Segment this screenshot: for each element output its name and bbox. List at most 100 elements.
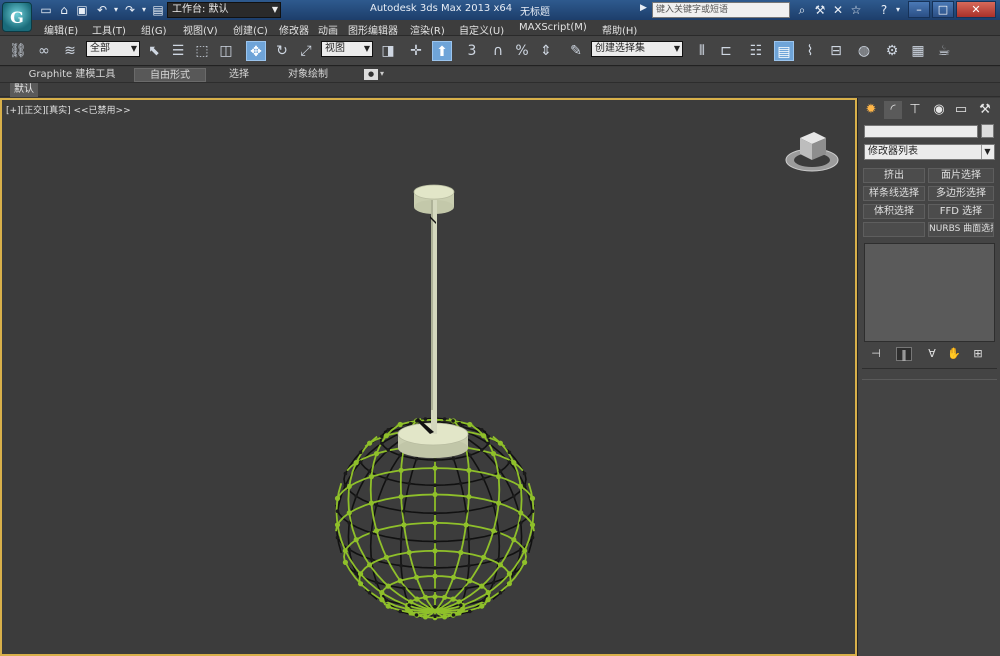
workspace-selector[interactable]: 工作台: 默认 ▼ — [167, 2, 281, 18]
new-file-icon[interactable]: ▭ — [38, 2, 54, 18]
make-unique-icon[interactable]: ∀ — [924, 347, 940, 361]
modifier-list-select[interactable]: 修改器列表 ▼ — [864, 144, 995, 160]
selection-filter-select[interactable]: 全部 ▼ — [86, 41, 140, 57]
search-expand-icon[interactable]: ▶ — [640, 3, 647, 13]
window-crossing-icon[interactable]: ◫ — [216, 41, 236, 61]
extrude-button[interactable]: 挤出 — [863, 168, 925, 183]
menu-group[interactable]: 组(G) — [141, 22, 167, 37]
material-editor-icon[interactable]: ◍ — [854, 41, 874, 61]
graphite-toggle-icon[interactable]: ▤ — [774, 41, 794, 61]
perspective-viewport[interactable]: [+][正交][真实] <<已禁用>> — [0, 98, 857, 656]
snaps-toggle-icon[interactable]: 3 — [462, 41, 482, 61]
communication-icon[interactable]: ✕ — [830, 2, 846, 18]
curve-editor-icon[interactable]: ⌇ — [800, 41, 820, 61]
pivot-center-icon[interactable]: ◨ — [378, 41, 398, 61]
rectangle-selection-icon[interactable]: ⬚ — [192, 41, 212, 61]
rotate-icon[interactable]: ↻ — [272, 41, 292, 61]
display-tab-icon[interactable]: ▭ — [952, 101, 970, 119]
select-by-name-icon[interactable]: ☰ — [168, 41, 188, 61]
spline-select-button[interactable]: 样条线选择 — [863, 186, 925, 201]
project-folder-icon[interactable]: ▤ — [150, 2, 166, 18]
mesh-node — [467, 537, 471, 542]
menu-help[interactable]: 帮助(H) — [602, 22, 637, 37]
link-icon[interactable]: ⛓ — [8, 41, 28, 61]
modify-tab-icon[interactable]: ◜ — [884, 101, 902, 119]
scale-icon[interactable]: ⤢ — [296, 41, 316, 61]
pendant-rod[interactable] — [430, 200, 437, 426]
ribbon-subtab-default[interactable]: 默认 — [10, 83, 38, 97]
create-tab-icon[interactable]: ✹ — [862, 101, 880, 119]
bind-space-warp-icon[interactable]: ≋ — [60, 41, 80, 61]
render-production-icon[interactable]: ☕ — [934, 41, 954, 61]
schematic-view-icon[interactable]: ⊟ — [826, 41, 846, 61]
app-logo-button[interactable]: G — [2, 2, 32, 32]
angle-snap-icon[interactable]: ∩ — [488, 41, 508, 61]
menu-animation[interactable]: 动画 — [318, 22, 338, 37]
mesh-node — [367, 562, 373, 568]
mirror-icon[interactable]: ⫴ — [692, 41, 712, 61]
mesh-node — [433, 566, 437, 570]
save-icon[interactable]: ▣ — [74, 2, 90, 18]
menu-maxscript[interactable]: MAXScript(M) — [519, 22, 587, 33]
lamp-mount-cap[interactable] — [397, 410, 469, 458]
hierarchy-tab-icon[interactable]: ⊤ — [906, 101, 924, 119]
tab-graphite[interactable]: Graphite 建模工具 — [22, 68, 122, 82]
panel-divider — [862, 379, 997, 380]
move-icon[interactable]: ✥ — [246, 41, 266, 61]
tab-selection[interactable]: 选择 — [214, 68, 264, 82]
menu-edit[interactable]: 编辑(E) — [44, 22, 78, 37]
percent-snap-icon[interactable]: % — [512, 41, 532, 61]
menu-create[interactable]: 创建(C) — [233, 22, 268, 37]
menu-rendering[interactable]: 渲染(R) — [410, 22, 445, 37]
help-dropdown-icon[interactable]: ▾ — [890, 2, 906, 18]
modifier-stack-list[interactable] — [864, 243, 995, 342]
utilities-tab-icon[interactable]: ⚒ — [976, 101, 994, 119]
binoculars-icon[interactable]: ⌕ — [794, 2, 810, 18]
tab-object-paint[interactable]: 对象绘制 — [276, 68, 340, 82]
tab-freeform[interactable]: 自由形式 — [134, 68, 206, 82]
mesh-node — [402, 509, 406, 513]
vol-select-button[interactable]: 体积选择 — [863, 204, 925, 219]
object-color-swatch[interactable] — [981, 124, 994, 138]
menu-tools[interactable]: 工具(T) — [92, 22, 126, 37]
poly-select-button[interactable]: 多边形选择 — [928, 186, 994, 201]
search-input[interactable]: 键入关键字或短语 — [652, 2, 790, 18]
select-manipulate-icon[interactable]: ✛ — [406, 41, 426, 61]
object-name-input[interactable] — [864, 125, 978, 138]
motion-tab-icon[interactable]: ◉ — [930, 101, 948, 119]
named-selection-select[interactable]: 创建选择集 ▼ — [591, 41, 683, 57]
nurbs-select-button[interactable]: NURBS 曲面选择 — [928, 222, 994, 237]
scene-canvas[interactable] — [2, 100, 855, 654]
empty-modifier-slot[interactable] — [863, 222, 925, 237]
menu-modifiers[interactable]: 修改器 — [279, 22, 309, 37]
menu-customize[interactable]: 自定义(U) — [459, 22, 504, 37]
viewcube[interactable] — [784, 124, 840, 174]
unlink-icon[interactable]: ∞ — [34, 41, 54, 61]
spinner-snap-icon[interactable]: ⇕ — [536, 41, 556, 61]
open-folder-icon[interactable]: ⌂ — [56, 2, 72, 18]
menu-graph-editors[interactable]: 图形编辑器 — [348, 22, 398, 37]
ribbon-dropdown-icon[interactable]: ▾ — [380, 69, 384, 78]
menu-views[interactable]: 视图(V) — [183, 22, 218, 37]
edit-named-selection-icon[interactable]: ✎ — [566, 41, 586, 61]
ffd-select-button[interactable]: FFD 选择 — [928, 204, 994, 219]
align-icon[interactable]: ⊏ — [716, 41, 736, 61]
show-end-result-icon[interactable]: ‖ — [896, 347, 912, 361]
favorites-icon[interactable]: ☆ — [848, 2, 864, 18]
ribbon-options-icon[interactable]: ● — [364, 69, 378, 80]
remove-modifier-icon[interactable]: ✋ — [946, 347, 962, 361]
close-button[interactable]: ✕ — [956, 1, 996, 18]
layer-manager-icon[interactable]: ☷ — [746, 41, 766, 61]
keyboard-shortcut-override-icon[interactable]: ⬆ — [432, 41, 452, 61]
pin-stack-icon[interactable]: ⊣ — [868, 347, 884, 361]
rendered-frame-icon[interactable]: ▦ — [908, 41, 928, 61]
patch-select-button[interactable]: 面片选择 — [928, 168, 994, 183]
subscription-icon[interactable]: ⚒ — [812, 2, 828, 18]
select-object-icon[interactable]: ⬉ — [144, 41, 164, 61]
render-setup-icon[interactable]: ⚙ — [882, 41, 902, 61]
mesh-node — [480, 428, 484, 432]
minimize-button[interactable]: – — [908, 1, 930, 18]
reference-coordinate-select[interactable]: 视图 ▼ — [321, 41, 373, 57]
configure-sets-icon[interactable]: ⊞ — [970, 347, 986, 361]
maximize-button[interactable]: □ — [932, 1, 954, 18]
